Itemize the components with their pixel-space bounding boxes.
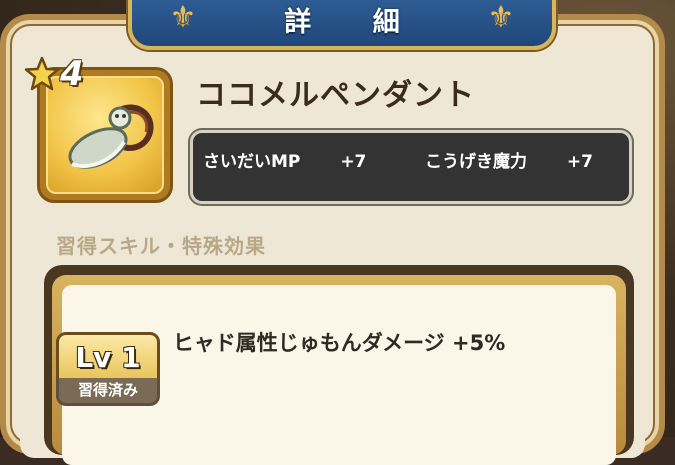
rarity-rank: 4 xyxy=(24,54,104,96)
level-badge: Lv 1 習得済み xyxy=(56,332,160,406)
stat-label: こうげき魔力 xyxy=(425,152,527,172)
star-icon xyxy=(24,56,60,91)
stat-value: +7 xyxy=(566,152,593,172)
level-badge-top: Lv 1 xyxy=(56,332,160,382)
fleur-de-lis-icon: ⚜ xyxy=(487,0,515,35)
stat-magic-attack: こうげき魔力 +7 xyxy=(425,147,593,172)
stat-value: +7 xyxy=(340,152,367,172)
item-name: ココメルペンダント xyxy=(196,78,475,113)
level-label: Lv 1 xyxy=(75,341,141,374)
level-badge-bottom: 習得済み xyxy=(56,378,160,406)
section-heading: 習得スキル・特殊効果 xyxy=(56,234,266,258)
learned-status: 習得済み xyxy=(77,381,138,399)
stats-box: さいだいMP +7 こうげき魔力 +7 xyxy=(190,130,632,204)
stat-max-mp: さいだいMP +7 xyxy=(203,147,366,172)
pendant-icon xyxy=(68,104,154,169)
stat-label: さいだいMP xyxy=(203,152,301,172)
rank-number: 4 xyxy=(60,54,84,94)
title-banner: ⚜ 詳 細 ⚜ xyxy=(128,0,556,50)
